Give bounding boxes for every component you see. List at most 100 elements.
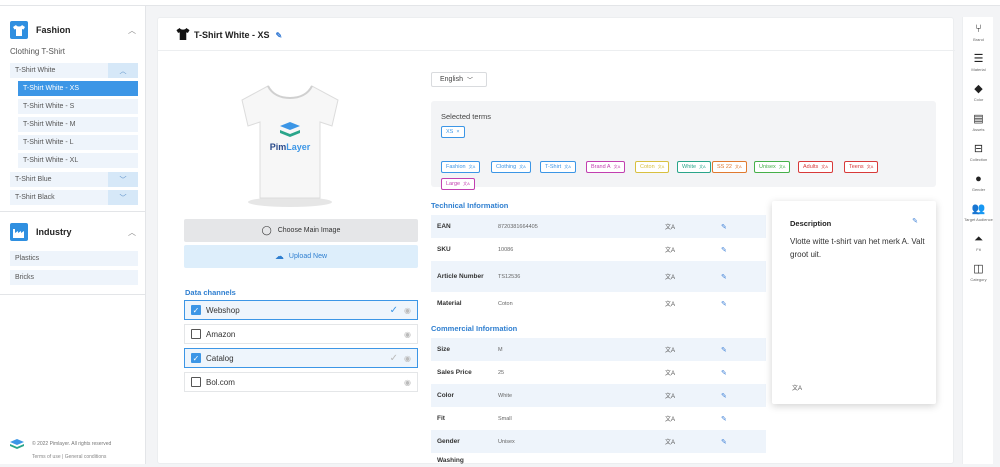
nav-item-plastics[interactable]: Plastics bbox=[10, 251, 138, 266]
toolbar-item-target-audience[interactable]: 👥 Target Audience bbox=[963, 203, 994, 222]
translate-icon[interactable]: 文A bbox=[665, 437, 675, 446]
tshirt-icon bbox=[176, 28, 190, 42]
translate-icon[interactable]: 文A bbox=[463, 181, 470, 187]
toolbar-item-collection[interactable]: ⊟ Collection bbox=[963, 143, 994, 162]
info-value[interactable]: Small bbox=[498, 416, 512, 422]
product-image[interactable]: PimLayer bbox=[222, 78, 358, 208]
translate-icon[interactable]: 文A bbox=[665, 345, 675, 354]
edit-pencil-icon[interactable]: ✎ bbox=[721, 223, 727, 231]
term-tag[interactable]: Fashion 文A bbox=[441, 161, 481, 173]
info-value[interactable]: White bbox=[498, 393, 512, 399]
channel-catalog[interactable]: ✓ Catalog ✓ ◉ bbox=[184, 348, 418, 368]
translate-icon[interactable]: 文A bbox=[665, 368, 675, 377]
term-tag[interactable]: White 文A bbox=[677, 161, 711, 173]
nav-variant-xl[interactable]: T-Shirt White - XL bbox=[18, 153, 138, 168]
term-tag[interactable]: Teens 文A bbox=[844, 161, 879, 173]
checkbox-checked[interactable]: ✓ bbox=[191, 353, 201, 363]
edit-pencil-icon[interactable]: ✎ bbox=[912, 217, 918, 225]
toolbar-item-color[interactable]: ◆ Color bbox=[963, 83, 994, 102]
info-value[interactable]: Coton bbox=[498, 301, 513, 307]
term-tag[interactable]: Unisex 文A bbox=[754, 161, 791, 173]
checkbox-unchecked[interactable] bbox=[191, 329, 201, 339]
edit-pencil-icon[interactable]: ✎ bbox=[721, 392, 727, 400]
term-tag[interactable]: SS 22 文A bbox=[712, 161, 747, 173]
nav-group-tshirt-black[interactable]: T-Shirt Black ﹀ bbox=[10, 190, 138, 205]
translate-icon[interactable]: 文A bbox=[519, 164, 526, 170]
nav-variant-m[interactable]: T-Shirt White - M bbox=[18, 117, 138, 132]
info-value[interactable]: 8720381664405 bbox=[498, 224, 538, 230]
edit-pencil-icon[interactable]: ✎ bbox=[276, 31, 283, 40]
translate-icon[interactable]: 文A bbox=[665, 414, 675, 423]
checkbox-checked[interactable]: ✓ bbox=[191, 305, 201, 315]
translate-icon[interactable]: 文A bbox=[665, 299, 675, 308]
category-fashion[interactable]: Fashion ︿ bbox=[10, 18, 136, 42]
eye-icon[interactable]: ◉ bbox=[404, 330, 411, 339]
edit-pencil-icon[interactable]: ✎ bbox=[721, 273, 727, 281]
upload-new-button[interactable]: ☁ Upload New bbox=[184, 245, 418, 268]
channel-amazon[interactable]: Amazon ◉ bbox=[184, 324, 418, 344]
data-channels-title: Data channels bbox=[185, 288, 236, 297]
footer-links[interactable]: Terms of use | General conditions bbox=[32, 454, 111, 460]
close-icon[interactable]: × bbox=[456, 129, 459, 135]
edit-pencil-icon[interactable]: ✎ bbox=[721, 246, 727, 254]
selected-term-chip[interactable]: XS × bbox=[441, 126, 465, 138]
toolbar-item-brand[interactable]: ⑂ Brand bbox=[963, 23, 994, 42]
term-label: Unisex bbox=[759, 164, 776, 170]
info-value[interactable]: Unisex bbox=[498, 439, 515, 445]
language-select[interactable]: English ﹀ bbox=[431, 72, 487, 87]
nav-item-bricks[interactable]: Bricks bbox=[10, 270, 138, 285]
nav-variant-s[interactable]: T-Shirt White - S bbox=[18, 99, 138, 114]
toolbar-item-assets[interactable]: ▤ Assets bbox=[963, 113, 994, 132]
eye-icon[interactable]: ◉ bbox=[404, 306, 411, 315]
translate-icon[interactable]: 文A bbox=[779, 164, 786, 170]
channel-bolcom[interactable]: Bol.com ◉ bbox=[184, 372, 418, 392]
edit-pencil-icon[interactable]: ✎ bbox=[721, 346, 727, 354]
translate-icon[interactable]: 文A bbox=[867, 164, 874, 170]
nav-variant-xs[interactable]: T-Shirt White - XS bbox=[18, 81, 138, 96]
toolbar-item-gender[interactable]: ● Gender bbox=[963, 173, 994, 192]
translate-icon[interactable]: 文A bbox=[665, 272, 675, 281]
edit-pencil-icon[interactable]: ✎ bbox=[721, 369, 727, 377]
translate-icon[interactable]: 文A bbox=[665, 222, 675, 231]
translate-icon[interactable]: 文A bbox=[792, 383, 802, 392]
translate-icon[interactable]: 文A bbox=[699, 164, 706, 170]
chevron-up-icon[interactable]: ︿ bbox=[108, 63, 138, 78]
info-value[interactable]: 25 bbox=[498, 370, 504, 376]
translate-icon[interactable]: 文A bbox=[564, 164, 571, 170]
nav-group-tshirt-white[interactable]: T-Shirt White ︿ bbox=[10, 63, 138, 78]
info-value[interactable]: M bbox=[498, 347, 503, 353]
info-value[interactable]: 10086 bbox=[498, 247, 513, 253]
translate-icon[interactable]: 文A bbox=[658, 164, 665, 170]
translate-icon[interactable]: 文A bbox=[665, 245, 675, 254]
category-industry[interactable]: Industry ︿ bbox=[10, 220, 136, 244]
translate-icon[interactable]: 文A bbox=[614, 164, 621, 170]
eye-icon[interactable]: ◉ bbox=[404, 378, 411, 387]
chevron-up-icon[interactable]: ︿ bbox=[128, 227, 136, 238]
translate-icon[interactable]: 文A bbox=[665, 391, 675, 400]
translate-icon[interactable]: 文A bbox=[735, 164, 742, 170]
toolbar-item-fit[interactable]: ⏶ Fit bbox=[963, 233, 994, 252]
toolbar-item-category[interactable]: ◫ Category bbox=[963, 263, 994, 282]
nav-group-tshirt-blue[interactable]: T-Shirt Blue ﹀ bbox=[10, 172, 138, 187]
chevron-down-icon[interactable]: ﹀ bbox=[108, 190, 138, 205]
term-tag[interactable]: Brand A 文A bbox=[586, 161, 626, 173]
checkbox-unchecked[interactable] bbox=[191, 377, 201, 387]
translate-icon[interactable]: 文A bbox=[469, 164, 476, 170]
nav-variant-l[interactable]: T-Shirt White - L bbox=[18, 135, 138, 150]
term-tag[interactable]: Clothing 文A bbox=[491, 161, 531, 173]
term-tag[interactable]: Adults 文A bbox=[798, 161, 833, 173]
chevron-up-icon[interactable]: ︿ bbox=[128, 25, 136, 36]
channel-webshop[interactable]: ✓ Webshop ✓ ◉ bbox=[184, 300, 418, 320]
toolbar-item-material[interactable]: ☰ Material bbox=[963, 53, 994, 72]
choose-main-image-button[interactable]: ◯ Choose Main Image bbox=[184, 219, 418, 242]
chevron-down-icon[interactable]: ﹀ bbox=[108, 172, 138, 187]
edit-pencil-icon[interactable]: ✎ bbox=[721, 415, 727, 423]
eye-icon[interactable]: ◉ bbox=[404, 354, 411, 363]
term-tag[interactable]: Large 文A bbox=[441, 178, 475, 190]
term-tag[interactable]: T-Shirt 文A bbox=[540, 161, 576, 173]
info-value[interactable]: TS12536 bbox=[498, 274, 520, 280]
edit-pencil-icon[interactable]: ✎ bbox=[721, 300, 727, 308]
term-tag[interactable]: Coton 文A bbox=[635, 161, 670, 173]
edit-pencil-icon[interactable]: ✎ bbox=[721, 438, 727, 446]
translate-icon[interactable]: 文A bbox=[821, 164, 828, 170]
